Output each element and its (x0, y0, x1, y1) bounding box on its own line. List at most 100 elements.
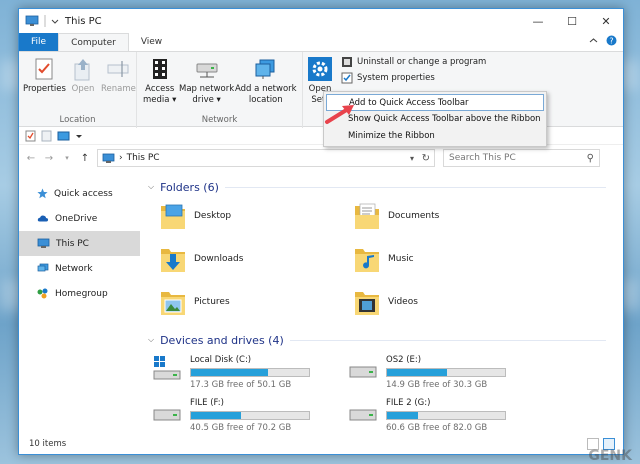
menu-item-show-qat-above[interactable]: Show Quick Access Toolbar above the Ribb… (326, 111, 544, 128)
menu-item-add-to-quick-access[interactable]: Add to Quick Access Toolbar (326, 94, 544, 111)
rename-button[interactable]: Rename (101, 56, 136, 95)
collapse-chevron-icon[interactable]: ⌵ (148, 335, 154, 345)
folder-music[interactable]: Music (354, 244, 414, 274)
main-area: Quick access OneDrive This PC Network Ho… (19, 175, 623, 454)
drive-e-usage-bar (386, 368, 506, 377)
network-group: Access media ▾ Map network drive ▾ Add a… (137, 52, 303, 128)
computer-icon (37, 238, 50, 248)
nav-item-network[interactable]: Network (19, 256, 140, 281)
tab-file[interactable]: File (19, 33, 59, 51)
access-media-button[interactable]: Access media ▾ (143, 56, 176, 106)
music-folder-icon (355, 249, 379, 272)
pictures-folder-icon (161, 292, 185, 315)
folder-documents[interactable]: Documents (354, 201, 439, 231)
desktop-folder-icon (161, 204, 185, 229)
watermark-logo: GENK (588, 448, 632, 464)
address-row: ← → ▾ ↑ › This PC ▾ ↻ Search This PC ⚲ (19, 145, 623, 171)
nav-item-quick-access[interactable]: Quick access (19, 181, 140, 206)
drives-section-header[interactable]: ⌵ Devices and drives (4) (146, 330, 616, 350)
videos-folder-icon (355, 292, 379, 315)
forward-arrow-icon[interactable]: → (43, 153, 55, 164)
drive-c[interactable]: Local Disk (C:) 17.3 GB free of 50.1 GB (152, 355, 310, 390)
svg-text:?: ? (609, 36, 613, 45)
maximize-button[interactable]: ☐ (555, 9, 589, 33)
recent-dropdown-icon[interactable]: ▾ (61, 154, 73, 162)
window-title: This PC (65, 15, 102, 27)
nav-item-onedrive[interactable]: OneDrive (19, 206, 140, 231)
drive-f-usage-bar (190, 411, 310, 420)
folder-videos[interactable]: Videos (354, 287, 418, 317)
explorer-window: This PC — ☐ ✕ File Computer View ? Prope… (18, 8, 624, 455)
search-placeholder: Search This PC (449, 153, 516, 163)
folders-section-title: Folders (6) (160, 180, 219, 194)
system-properties-button[interactable]: System properties (341, 72, 435, 84)
status-item-count: 10 items (29, 439, 67, 449)
hard-drive-icon (349, 409, 377, 421)
network-group-label: Network (201, 115, 238, 125)
title-bar: This PC — ☐ ✕ (19, 9, 623, 33)
location-group-label: Location (59, 115, 96, 125)
content-pane: ⌵ Folders (6) Desktop Documents Download… (140, 175, 623, 454)
qat-customize-icon[interactable] (75, 131, 83, 141)
folder-pictures[interactable]: Pictures (160, 287, 230, 317)
drive-f[interactable]: FILE (F:) 40.5 GB free of 70.2 GB (152, 398, 310, 433)
collapse-chevron-icon[interactable]: ⌵ (148, 182, 154, 192)
drive-f-free: 40.5 GB free of 70.2 GB (190, 423, 292, 433)
menu-item-minimize-ribbon[interactable]: Minimize the Ribbon (326, 128, 544, 145)
breadcrumb-separator[interactable]: › (119, 153, 123, 163)
downloads-folder-icon (161, 249, 185, 272)
nav-item-this-pc[interactable]: This PC (19, 231, 140, 256)
system-properties-icon (341, 72, 353, 84)
tab-computer[interactable]: Computer (58, 33, 129, 51)
drives-section-title: Devices and drives (4) (160, 333, 284, 347)
properties-button[interactable]: Properties (23, 56, 66, 95)
network-location-icon (255, 59, 275, 79)
hard-drive-icon (153, 409, 181, 421)
homegroup-icon (37, 288, 48, 299)
back-arrow-icon[interactable]: ← (25, 153, 37, 164)
add-network-location-button[interactable]: Add a network location (235, 56, 297, 106)
tab-view[interactable]: View (129, 33, 174, 51)
address-dropdown-icon[interactable]: ▾ (410, 154, 414, 163)
network-drive-icon (196, 63, 218, 78)
help-icon[interactable]: ? (606, 35, 617, 46)
windows-drive-icon (153, 356, 181, 380)
rename-small-icon[interactable] (57, 130, 70, 142)
address-bar[interactable]: › This PC ▾ ↻ (97, 149, 435, 167)
this-pc-small-icon (102, 153, 115, 163)
drive-c-free: 17.3 GB free of 50.1 GB (190, 380, 292, 390)
ribbon-collapse-icon[interactable] (589, 36, 598, 45)
drive-e-free: 14.9 GB free of 30.3 GB (386, 380, 488, 390)
minimize-button[interactable]: — (521, 9, 555, 33)
refresh-icon[interactable]: ↻ (422, 153, 430, 164)
drive-f-label: FILE (F:) (190, 398, 224, 408)
drive-e-label: OS2 (E:) (386, 355, 422, 365)
drive-g[interactable]: FILE 2 (G:) 60.6 GB free of 82.0 GB (348, 398, 506, 433)
location-group: Properties Open Rename Location (19, 52, 137, 128)
navigation-pane: Quick access OneDrive This PC Network Ho… (19, 175, 140, 454)
nav-item-homegroup[interactable]: Homegroup (19, 281, 140, 306)
search-icon[interactable]: ⚲ (587, 153, 594, 164)
new-folder-small-icon[interactable] (41, 130, 52, 142)
ribbon-tabs: File Computer View ? (19, 33, 623, 51)
open-button[interactable]: Open (70, 56, 96, 95)
drive-g-usage-bar (386, 411, 506, 420)
rename-icon (107, 61, 129, 77)
drive-e[interactable]: OS2 (E:) 14.9 GB free of 30.3 GB (348, 355, 506, 390)
up-arrow-icon[interactable]: ↑ (79, 153, 91, 164)
properties-icon (35, 58, 53, 80)
close-button[interactable]: ✕ (589, 9, 623, 33)
breadcrumb-this-pc[interactable]: This PC (127, 153, 160, 163)
qat-dropdown-icon[interactable] (51, 16, 59, 26)
uninstall-program-button[interactable]: Uninstall or change a program (341, 56, 486, 68)
properties-small-icon[interactable] (25, 130, 36, 142)
uninstall-icon (342, 57, 352, 67)
drive-g-label: FILE 2 (G:) (386, 398, 431, 408)
folder-downloads[interactable]: Downloads (160, 244, 243, 274)
star-icon (37, 188, 48, 199)
folder-desktop[interactable]: Desktop (160, 201, 231, 231)
search-input[interactable]: Search This PC ⚲ (443, 149, 600, 167)
this-pc-icon (25, 15, 39, 26)
folders-section-header[interactable]: ⌵ Folders (6) (146, 177, 616, 197)
map-network-drive-button[interactable]: Map network drive ▾ (179, 56, 234, 106)
